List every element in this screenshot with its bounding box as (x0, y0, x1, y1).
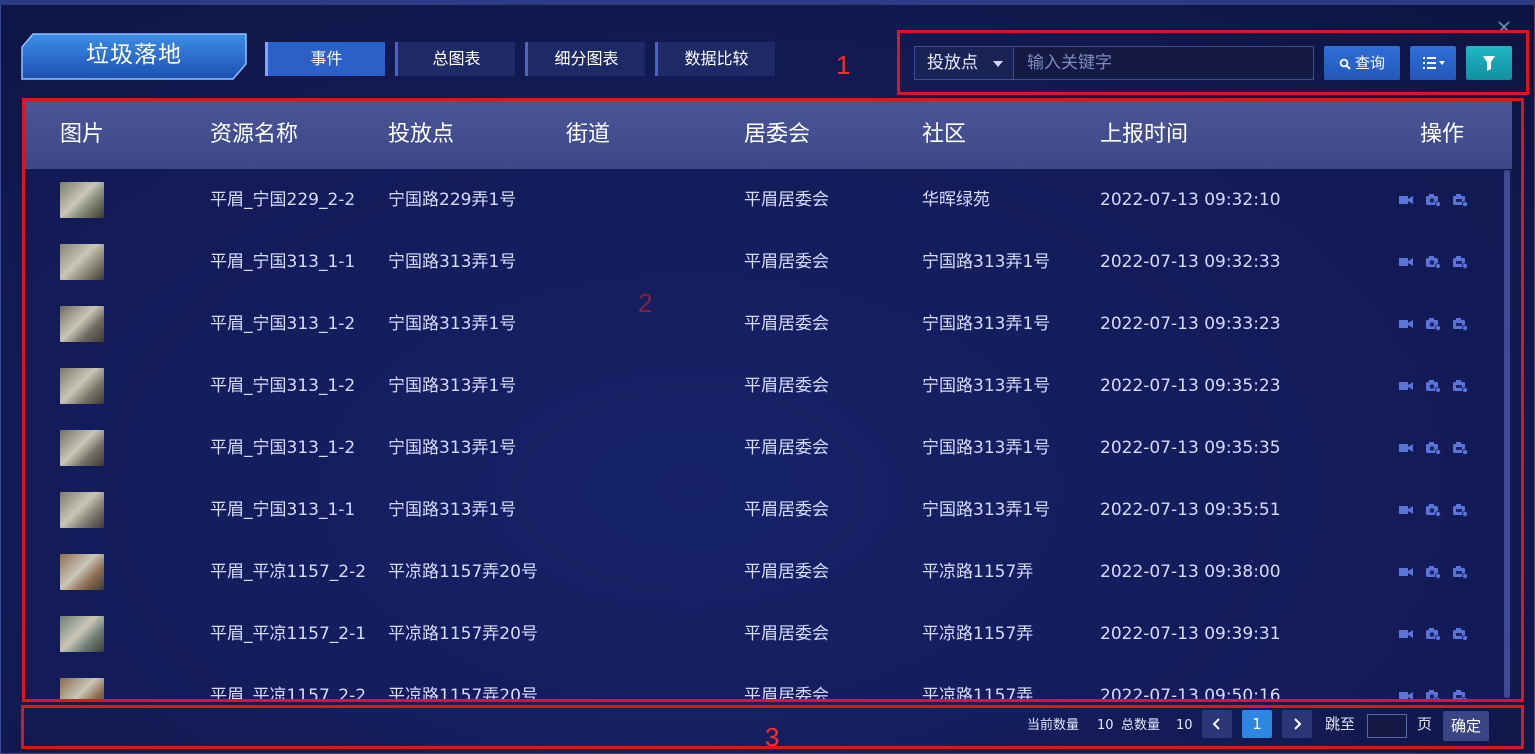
annotation-1: 1 (836, 50, 851, 80)
page-title: 垃圾落地 (86, 42, 182, 68)
tab-detail-charts[interactable]: 细分图表 (525, 42, 645, 76)
tab-overall-charts[interactable]: 总图表 (395, 42, 515, 76)
tab-events[interactable]: 事件 (265, 42, 385, 76)
module-title-badge: 垃圾落地 (21, 33, 247, 80)
tab-data-compare[interactable]: 数据比较 (655, 42, 775, 76)
annotation-box-3 (21, 705, 1524, 749)
annotation-box-1 (897, 30, 1529, 95)
window-top-edge (0, 0, 1535, 5)
annotation-box-2 (22, 98, 1524, 702)
